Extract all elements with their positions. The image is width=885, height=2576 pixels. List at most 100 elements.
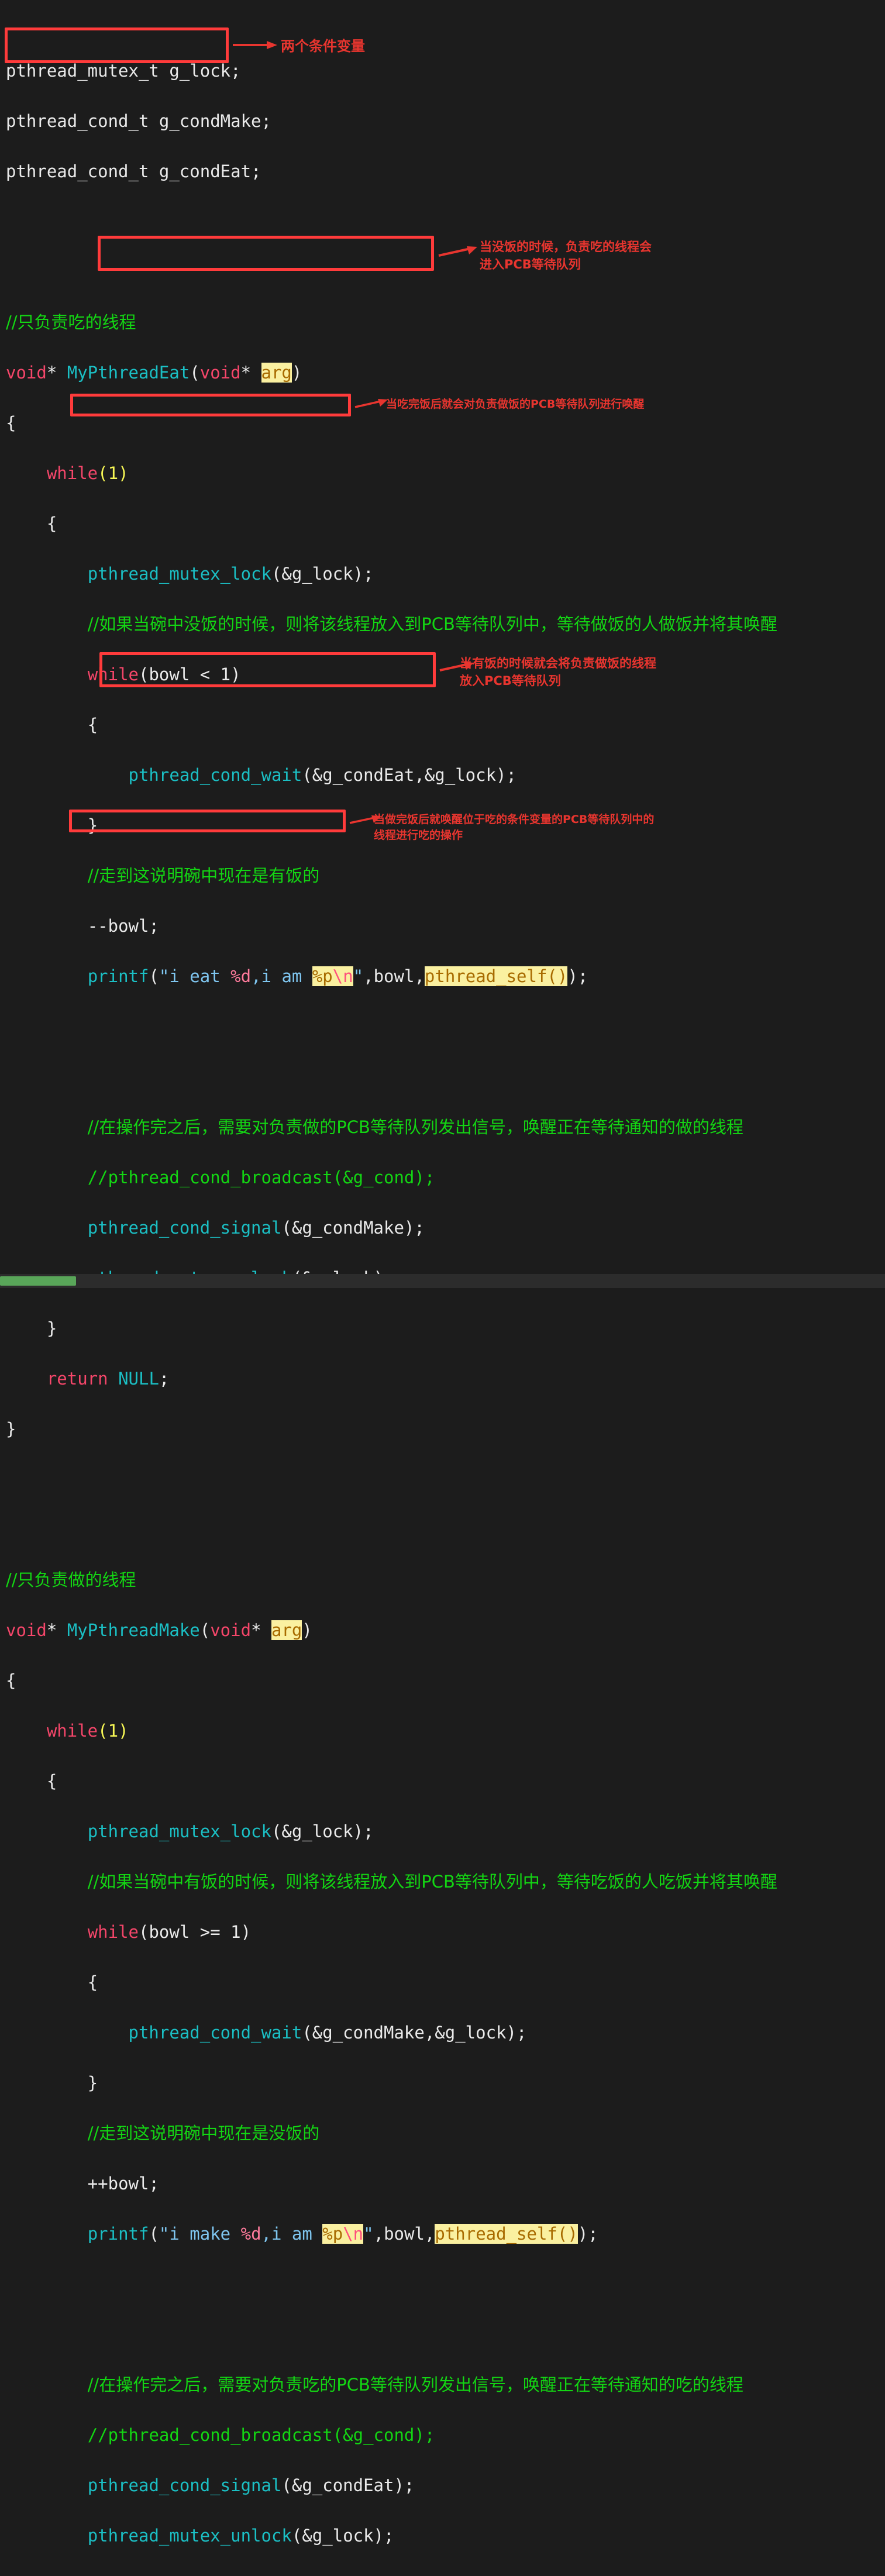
indent-28 [6, 2224, 88, 2244]
indent-9 [6, 866, 88, 886]
escape-newline-make: \n [343, 2224, 364, 2244]
code-line-decl-cond-eat: pthread_cond_t g_condEat; [6, 159, 885, 184]
code-line-sig-make: void* MyPthreadMake(void* arg) [6, 1618, 885, 1643]
decl-cond-eat-text: pthread_cond_t g_condEat; [6, 161, 261, 181]
code-line-sig-eat: void* MyPthreadEat(void* arg) [6, 360, 885, 385]
indent-5 [6, 664, 88, 684]
indent-20 [6, 1821, 88, 1841]
indent-11 [6, 966, 88, 986]
comment-eat-wait: //如果当碗中没饭的时候，则将该线程放入到PCB等待队列中，等待做饭的人做饭并将… [87, 614, 777, 634]
indent-17 [6, 1369, 47, 1389]
keyword-void-3: void [6, 1620, 47, 1640]
code-line-comment-make-thread: //只负责做的线程 [6, 1568, 885, 1593]
indent-30 [6, 2425, 88, 2445]
cond-bowl-eat: (bowl < 1) [139, 664, 241, 684]
highlight-arg-make: arg [271, 1620, 302, 1640]
keyword-while-bowl-eat: while [87, 664, 139, 684]
indent-4 [6, 614, 88, 634]
call-printf-eat: printf [87, 966, 149, 986]
brace-close-inner-eat: } [87, 815, 98, 835]
highlight-fmt-make-p: %p [322, 2224, 343, 2244]
brace-open-make: { [6, 1671, 16, 1690]
code-editor-content[interactable]: pthread_mutex_t g_lock; pthread_cond_t g… [0, 0, 885, 2546]
blank-line-4 [6, 2297, 885, 2322]
highlight-fmt-eat-p: %p [312, 966, 333, 986]
paren-close-1: ) [291, 363, 302, 383]
code-line-brace-inner-make-open: { [6, 1970, 885, 1995]
code-line-brace-while-make-close: } [6, 2574, 885, 2576]
function-name-eat: MyPthreadEat [67, 363, 190, 383]
star-4: * [251, 1620, 271, 1640]
keyword-while-make: while [46, 1721, 98, 1741]
code-line-cond-wait-eat: pthread_cond_wait(&g_condEat,&g_lock); [6, 763, 885, 788]
comment-broadcast-make: //pthread_cond_broadcast(&g_cond); [87, 1168, 435, 1187]
code-line-decl-cond-make: pthread_cond_t g_condMake; [6, 109, 885, 134]
str-make-1: "i make [159, 2224, 241, 2244]
brace-open-while-eat: { [46, 514, 57, 533]
indent-22 [6, 1922, 88, 1942]
brace-close-inner-make: } [87, 2073, 98, 2093]
horizontal-scrollbar-thumb[interactable] [0, 1276, 76, 1286]
code-line-comment-make-after: //在操作完之后，需要对负责吃的PCB等待队列发出信号，唤醒正在等待通知的吃的线… [6, 2372, 885, 2398]
args-mutex-lock-eat: (&g_lock); [271, 564, 374, 584]
keyword-void: void [6, 363, 47, 383]
code-line-comment-eat-after: //在操作完之后，需要对负责做的PCB等待队列发出信号，唤醒正在等待通知的做的线… [6, 1115, 885, 1140]
decl-cond-make-text: pthread_cond_t g_condMake; [6, 111, 271, 131]
horizontal-scrollbar[interactable] [0, 1274, 885, 1288]
code-line-brace-inner-make-close: } [6, 2071, 885, 2096]
indent-7 [6, 765, 129, 785]
code-line-cond-wait-make: pthread_cond_wait(&g_condMake,&g_lock); [6, 2020, 885, 2045]
brace-open-inner-eat: { [87, 715, 98, 735]
code-line-comment-eat-hasfood: //走到这说明碗中现在是有饭的 [6, 863, 885, 888]
indent-14 [6, 1218, 88, 1238]
brace-close-eat: } [6, 1419, 16, 1439]
code-line-while-bowl-ge1: while(bowl >= 1) [6, 1920, 885, 1945]
statement-inc-bowl: ++bowl; [87, 2174, 159, 2193]
code-line-comment-eat-wait: //如果当碗中没饭的时候，则将该线程放入到PCB等待队列中，等待做饭的人做饭并将… [6, 612, 885, 637]
indent-19 [6, 1771, 47, 1791]
brace-open-while-make: { [46, 1771, 57, 1791]
highlight-pthread-self-eat: pthread_self() [424, 966, 568, 986]
comment-make-after: //在操作完之后，需要对负责吃的PCB等待队列发出信号，唤醒正在等待通知的吃的线… [87, 2375, 743, 2395]
code-line-mutex-lock-make: pthread_mutex_lock(&g_lock); [6, 1819, 885, 1844]
indent-6 [6, 715, 88, 735]
function-name-make: MyPthreadMake [67, 1620, 200, 1640]
code-line-brace-inner-eat-open: { [6, 712, 885, 738]
comment-make-thread: //只负责做的线程 [6, 1570, 136, 1590]
call-printf-make: printf [87, 2224, 149, 2244]
escape-newline-eat: \n [332, 966, 353, 986]
comment-eat-thread: //只负责吃的线程 [6, 312, 136, 332]
call-cond-wait-make: pthread_cond_wait [128, 2023, 302, 2043]
code-line-dec-bowl: --bowl; [6, 914, 885, 939]
indent-27 [6, 2174, 88, 2193]
brace-open-inner-make: { [87, 1972, 98, 1992]
paren-open-2: ( [199, 1620, 211, 1640]
code-line-brace-while-make-open: { [6, 1769, 885, 1794]
brace-close-while-eat: } [46, 1318, 57, 1338]
indent-21 [6, 1872, 88, 1892]
printf-end-eat: ); [567, 966, 588, 986]
args-cond-wait-eat: (&g_condEat,&g_lock); [302, 765, 516, 785]
call-cond-wait-eat: pthread_cond_wait [128, 765, 302, 785]
value-null-eat: NULL [118, 1369, 159, 1389]
str-eat-3: " [353, 966, 364, 986]
keyword-void-4: void [210, 1620, 252, 1640]
star-3: * [46, 1620, 67, 1640]
comment-eat-hasfood: //走到这说明碗中现在是有饭的 [87, 866, 320, 886]
call-mutex-lock-eat: pthread_mutex_lock [87, 564, 271, 584]
str-eat-2: ,i am [251, 966, 312, 986]
call-cond-signal-eat: pthread_cond_signal [87, 2475, 282, 2495]
args-mutex-unlock-make: (&g_lock); [291, 2526, 394, 2546]
sep-make-1: ,bowl, [373, 2224, 435, 2244]
comment-eat-after: //在操作完之后，需要对负责做的PCB等待队列发出信号，唤醒正在等待通知的做的线… [87, 1117, 743, 1137]
code-line-brace-inner-eat-close: } [6, 813, 885, 838]
keyword-while-eat: while [46, 463, 98, 483]
cond-bowl-make: (bowl >= 1) [139, 1922, 252, 1942]
fmt-make-d: %d [240, 2224, 261, 2244]
code-line-brace-while-eat-open: { [6, 511, 885, 536]
code-line-brace-make-open: { [6, 1668, 885, 1693]
code-line-mutex-lock-eat: pthread_mutex_lock(&g_lock); [6, 562, 885, 587]
code-line-comment-eat-thread: //只负责吃的线程 [6, 310, 885, 335]
code-line-inc-bowl: ++bowl; [6, 2171, 885, 2196]
code-line-decl-mutex: pthread_mutex_t g_lock; [6, 58, 885, 84]
